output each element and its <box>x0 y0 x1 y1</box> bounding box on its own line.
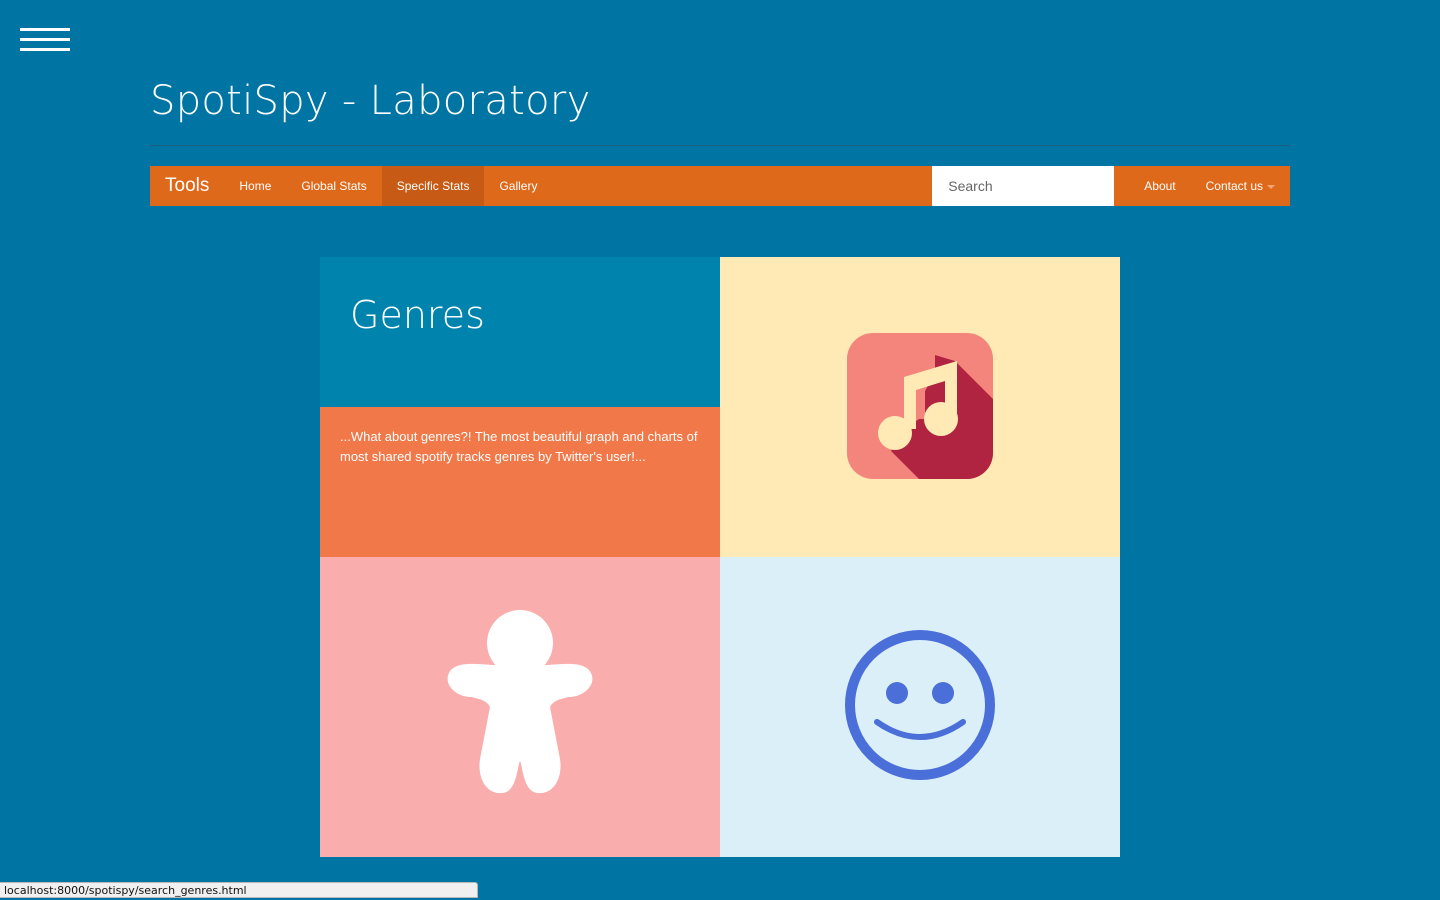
smiley-tile[interactable] <box>720 557 1120 857</box>
caret-down-icon <box>1267 184 1275 189</box>
music-tile[interactable] <box>720 257 1120 557</box>
nav-link-global-stats[interactable]: Global Stats <box>286 166 381 206</box>
gingerbread-tile[interactable] <box>320 557 720 857</box>
genres-panel: Genres ...What about genres?! The most b… <box>320 257 1120 857</box>
smiley-face-icon <box>845 630 995 780</box>
contact-dropdown[interactable]: Contact us <box>1191 166 1290 206</box>
genres-title-tile: Genres <box>320 257 720 407</box>
status-bar-url: localhost:8000/spotispy/search_genres.ht… <box>0 882 478 898</box>
contact-dropdown-label: Contact us <box>1205 179 1263 193</box>
panel-description: ...What about genres?! The most beautifu… <box>340 429 698 464</box>
menu-bar-line <box>20 38 70 41</box>
navbar-brand[interactable]: Tools <box>150 166 224 206</box>
menu-toggle-icon[interactable] <box>20 28 70 52</box>
main-navbar: Tools Home Global Stats Specific Stats G… <box>150 166 1290 206</box>
nav-link-specific-stats[interactable]: Specific Stats <box>381 166 485 206</box>
menu-bar-line <box>20 28 70 31</box>
navbar-right: About Contact us <box>1129 166 1290 206</box>
nav-link-about[interactable]: About <box>1129 166 1190 206</box>
panel-title: Genres <box>350 293 485 337</box>
search-input[interactable] <box>932 166 1115 206</box>
navbar-spacer <box>552 166 932 206</box>
menu-bar-line <box>20 48 70 51</box>
title-divider <box>150 145 1290 146</box>
site-title: SpotiSpy - Laboratory <box>150 78 591 124</box>
genres-description-tile: ...What about genres?! The most beautifu… <box>320 407 720 557</box>
music-note-icon <box>847 333 993 479</box>
gingerbread-man-icon <box>447 610 593 794</box>
nav-link-home[interactable]: Home <box>224 166 286 206</box>
nav-link-gallery[interactable]: Gallery <box>484 166 552 206</box>
